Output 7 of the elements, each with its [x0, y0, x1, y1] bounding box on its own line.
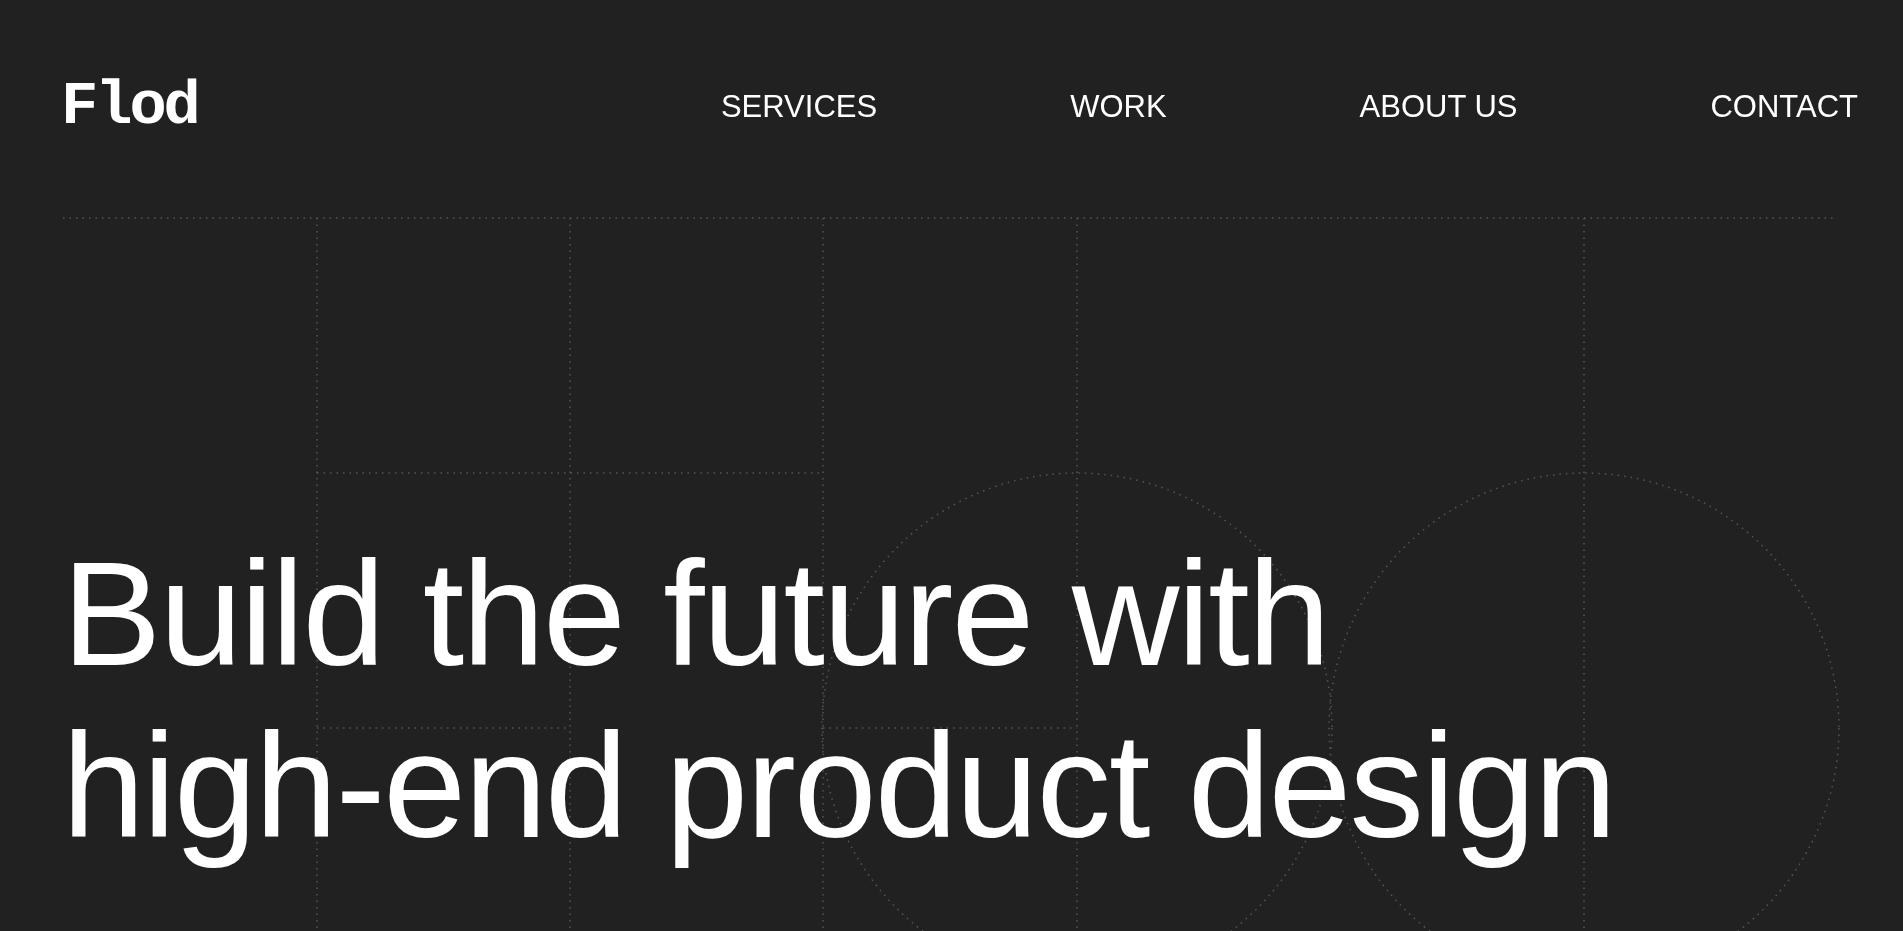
headline-line: Build the future with	[62, 529, 1329, 699]
logo[interactable]: Flod	[61, 76, 198, 138]
nav-link[interactable]: ABOUT US	[1359, 89, 1518, 125]
nav-link[interactable]: SERVICES	[720, 89, 878, 125]
nav-link[interactable]: CONTACT	[1710, 89, 1858, 125]
nav-link[interactable]: WORK	[1070, 89, 1167, 125]
headline-line: high-end product design	[62, 701, 1615, 871]
